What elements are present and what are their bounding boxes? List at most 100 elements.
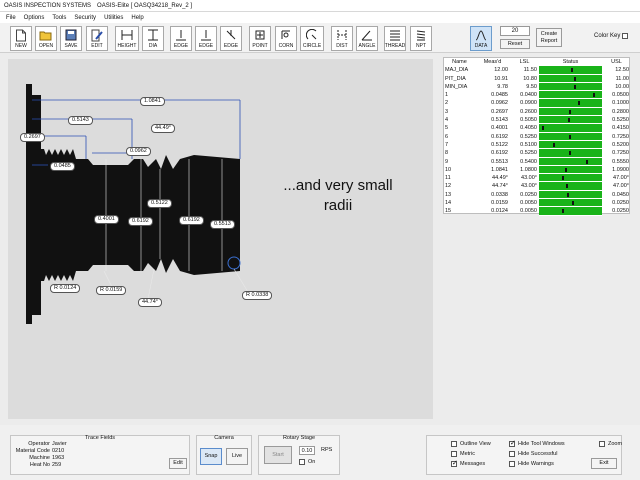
hide-successful-option[interactable]: Hide Successful <box>509 451 557 457</box>
metric-option[interactable]: Metric <box>451 451 475 457</box>
table-row[interactable]: 1 0.0485 0.0400 0.0500 <box>444 91 629 100</box>
live-button[interactable]: Live <box>226 448 248 465</box>
rotary-on-option[interactable]: On <box>299 459 315 465</box>
zoom-option[interactable]: Zoom <box>599 441 622 447</box>
create-report-button[interactable]: Create Report <box>536 28 562 47</box>
exit-button[interactable]: Exit <box>591 458 617 469</box>
menu-options[interactable]: Options <box>24 15 45 21</box>
corn-button[interactable]: CORN <box>275 26 297 51</box>
thread-button[interactable]: THREAD <box>384 26 406 51</box>
menu-file[interactable]: File <box>6 15 16 21</box>
hide-tool-windows-option[interactable]: Hide Tool Windows <box>509 439 565 447</box>
edge-button-2[interactable]: EDGE <box>195 26 217 51</box>
new-button[interactable]: NEW <box>10 26 32 51</box>
outline-view-checkbox[interactable] <box>451 441 457 447</box>
edit-label: EDIT <box>91 43 103 49</box>
cell-lsl: 0.0050 <box>520 208 537 215</box>
dimension-label[interactable]: 0.2697 <box>20 133 45 142</box>
table-row[interactable]: 9 0.5513 0.5400 0.5550 <box>444 157 629 166</box>
cell-usl: 0.5200 <box>612 141 629 148</box>
table-row[interactable]: 4 0.5143 0.5050 0.5250 <box>444 116 629 125</box>
rps-input[interactable]: 0.10 <box>299 446 315 455</box>
cell-usl: 1.0900 <box>612 166 629 173</box>
color-key-checkbox[interactable] <box>622 33 629 39</box>
messages-checkbox[interactable] <box>451 459 458 467</box>
metric-checkbox[interactable] <box>451 451 457 457</box>
open-button[interactable]: OPEN <box>35 26 57 51</box>
hide-warnings-option[interactable]: Hide Warnings <box>509 461 554 467</box>
dimension-label[interactable]: 0.6192 <box>128 217 153 226</box>
save-button[interactable]: SAVE <box>60 26 82 51</box>
table-row[interactable]: MAJ_DIA 12.00 11.50 12.50 <box>444 66 629 75</box>
messages-option[interactable]: Messages <box>451 459 486 467</box>
dimension-label[interactable]: 0.5143 <box>68 116 93 125</box>
dimension-label[interactable]: 44.49° <box>151 124 175 133</box>
table-row[interactable]: 2 0.0962 0.0900 0.1000 <box>444 99 629 108</box>
count-input[interactable]: 20 <box>500 26 530 36</box>
messages-label: Messages <box>460 461 486 467</box>
reset-button[interactable]: Reset <box>500 39 530 49</box>
column-header-usl[interactable]: USL <box>602 58 631 66</box>
circle-button[interactable]: CIRCLE <box>300 26 324 51</box>
dimension-label[interactable]: 0.0962 <box>126 147 151 156</box>
column-header-name[interactable]: Name <box>444 58 475 66</box>
cell-name: 11 <box>445 175 451 182</box>
outline-view-option[interactable]: Outline View <box>451 441 491 447</box>
dist-button[interactable]: DIST <box>331 26 353 51</box>
table-row[interactable]: 15 0.0124 0.0050 0.0250 <box>444 207 629 216</box>
table-row[interactable]: PIT_DIA 10.91 10.80 11.00 <box>444 74 629 83</box>
dimension-label[interactable]: 0.0485 <box>50 162 75 171</box>
table-row[interactable]: 8 0.6192 0.5250 0.7250 <box>444 149 629 158</box>
height-button[interactable]: HEIGHT <box>115 26 139 51</box>
data-button[interactable]: DATA <box>470 26 492 51</box>
menu-tools[interactable]: Tools <box>52 15 66 21</box>
menu-security[interactable]: Security <box>74 15 96 21</box>
edit-trace-button[interactable]: Edit <box>169 458 187 469</box>
rotary-on-checkbox[interactable] <box>299 459 305 465</box>
edit-button[interactable]: EDIT <box>86 26 108 51</box>
hide-tool-windows-checkbox[interactable] <box>509 439 516 447</box>
table-row[interactable]: 12 44.74° 43.00° 47.00° <box>444 182 629 191</box>
table-row[interactable]: 14 0.0159 0.0050 0.0250 <box>444 199 629 208</box>
table-row[interactable]: 6 0.6192 0.5250 0.7250 <box>444 132 629 141</box>
corner-icon <box>281 30 290 39</box>
color-key-toggle[interactable]: Color Key <box>594 33 629 39</box>
dia-button[interactable]: DIA <box>142 26 164 51</box>
table-row[interactable]: 10 1.0841 1.0800 1.0900 <box>444 165 629 175</box>
table-row[interactable]: 13 0.0338 0.0250 0.0450 <box>444 190 629 200</box>
npt-button[interactable]: NPT <box>410 26 432 51</box>
hide-warnings-checkbox[interactable] <box>509 461 515 467</box>
table-row[interactable]: 3 0.2697 0.2600 0.2800 <box>444 107 629 117</box>
table-row[interactable]: 7 0.5122 0.5100 0.5200 <box>444 140 629 150</box>
point-button[interactable]: POINT <box>249 26 271 51</box>
dimension-label[interactable]: R 0.0124 <box>50 284 81 293</box>
cell-name: 8 <box>445 150 449 157</box>
menu-utilities[interactable]: Utilities <box>104 15 123 21</box>
hide-successful-checkbox[interactable] <box>509 451 515 457</box>
angle-button[interactable]: ANGLE <box>356 26 378 51</box>
point-label: POINT <box>252 43 268 49</box>
dimension-label[interactable]: 0.5122 <box>147 199 172 208</box>
dimension-label[interactable]: R 0.0338 <box>242 291 273 300</box>
dimension-label[interactable]: 0.6192 <box>179 216 204 225</box>
zoom-checkbox[interactable] <box>599 441 605 447</box>
start-button[interactable]: Start <box>264 446 292 464</box>
dimension-label[interactable]: 44.74° <box>138 298 162 307</box>
column-header-lsl[interactable]: LSL <box>510 58 539 66</box>
inspection-canvas[interactable]: 1.0841 0.5143 0.2697 0.0485 44.49° 0.096… <box>8 59 433 419</box>
snap-button[interactable]: Snap <box>200 448 222 465</box>
edge-button-3[interactable]: EDGE <box>220 26 242 51</box>
cell-name: 4 <box>445 117 449 124</box>
menu-help[interactable]: Help <box>131 15 143 21</box>
column-header-measured[interactable]: Meas'd <box>475 58 510 66</box>
dimension-label[interactable]: 0.4001 <box>94 215 119 224</box>
dimension-label[interactable]: 1.0841 <box>140 97 165 106</box>
table-row[interactable]: 5 0.4001 0.4050 0.4150 <box>444 124 629 133</box>
cell-status <box>539 182 602 191</box>
edge-button-1[interactable]: EDGE <box>170 26 192 51</box>
dimension-label[interactable]: 0.5513 <box>210 220 235 229</box>
table-row[interactable]: 11 44.49° 43.00° 47.00° <box>444 174 629 183</box>
column-header-status[interactable]: Status <box>539 58 602 66</box>
dimension-label[interactable]: R 0.0159 <box>96 286 127 295</box>
table-row[interactable]: MIN_DIA 9.78 9.50 10.00 <box>444 82 629 92</box>
